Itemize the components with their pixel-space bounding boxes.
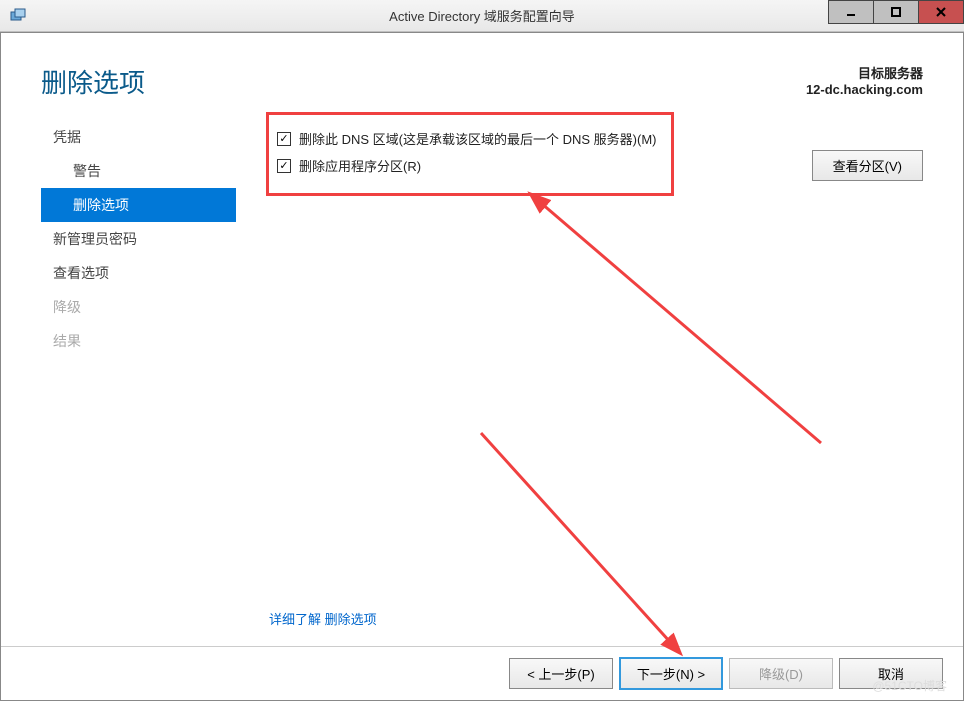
main-panel: 删除此 DNS 区域(这是承载该区域的最后一个 DNS 服务器)(M) 删除应用程… bbox=[236, 120, 923, 358]
checkbox-1[interactable] bbox=[277, 159, 291, 173]
next-button[interactable]: 下一步(N) > bbox=[619, 657, 723, 690]
sidebar-item-2[interactable]: 删除选项 bbox=[41, 188, 236, 222]
learn-more-link[interactable]: 删除选项 bbox=[325, 612, 377, 627]
body-row: 凭据警告删除选项新管理员密码查看选项降级结果 删除此 DNS 区域(这是承载该区… bbox=[1, 120, 963, 358]
footer: < 上一步(P) 下一步(N) > 降级(D) 取消 bbox=[1, 646, 963, 700]
checkbox-group-highlight: 删除此 DNS 区域(这是承载该区域的最后一个 DNS 服务器)(M) 删除应用程… bbox=[266, 112, 674, 196]
sidebar-item-3[interactable]: 新管理员密码 bbox=[41, 222, 236, 256]
checkbox-label-0: 删除此 DNS 区域(这是承载该区域的最后一个 DNS 服务器)(M) bbox=[299, 129, 657, 148]
close-button[interactable] bbox=[918, 0, 964, 24]
wizard-content: 删除选项 目标服务器 12-dc.hacking.com 凭据警告删除选项新管理… bbox=[0, 32, 964, 701]
page-title: 删除选项 bbox=[41, 63, 145, 100]
minimize-button[interactable] bbox=[828, 0, 874, 24]
learn-more-prefix: 详细了解 bbox=[269, 612, 325, 627]
annotation-arrow-2 bbox=[461, 413, 741, 663]
window-controls bbox=[829, 0, 964, 24]
demote-button: 降级(D) bbox=[729, 658, 833, 689]
sidebar-item-5: 降级 bbox=[41, 290, 236, 324]
sidebar-item-4[interactable]: 查看选项 bbox=[41, 256, 236, 290]
maximize-button[interactable] bbox=[873, 0, 919, 24]
sidebar-item-0[interactable]: 凭据 bbox=[41, 120, 236, 154]
titlebar: Active Directory 域服务配置向导 bbox=[0, 0, 964, 32]
target-server: 12-dc.hacking.com bbox=[806, 82, 923, 97]
checkbox-0[interactable] bbox=[277, 132, 291, 146]
learn-more: 详细了解 删除选项 bbox=[269, 609, 377, 628]
prev-button[interactable]: < 上一步(P) bbox=[509, 658, 613, 689]
window-title: Active Directory 域服务配置向导 bbox=[389, 6, 575, 25]
target-info: 目标服务器 12-dc.hacking.com bbox=[806, 63, 923, 97]
target-label: 目标服务器 bbox=[806, 63, 923, 82]
view-partition-button[interactable]: 查看分区(V) bbox=[812, 150, 923, 181]
sidebar: 凭据警告删除选项新管理员密码查看选项降级结果 bbox=[41, 120, 236, 358]
watermark: @51CTO博客 bbox=[872, 677, 947, 694]
header-row: 删除选项 目标服务器 12-dc.hacking.com bbox=[1, 33, 963, 120]
checkbox-row-0: 删除此 DNS 区域(这是承载该区域的最后一个 DNS 服务器)(M) bbox=[277, 125, 657, 152]
checkbox-label-1: 删除应用程序分区(R) bbox=[299, 156, 421, 175]
app-icon bbox=[8, 6, 28, 26]
sidebar-item-1[interactable]: 警告 bbox=[41, 154, 236, 188]
sidebar-item-6: 结果 bbox=[41, 324, 236, 358]
checkbox-row-1: 删除应用程序分区(R) bbox=[277, 152, 657, 179]
